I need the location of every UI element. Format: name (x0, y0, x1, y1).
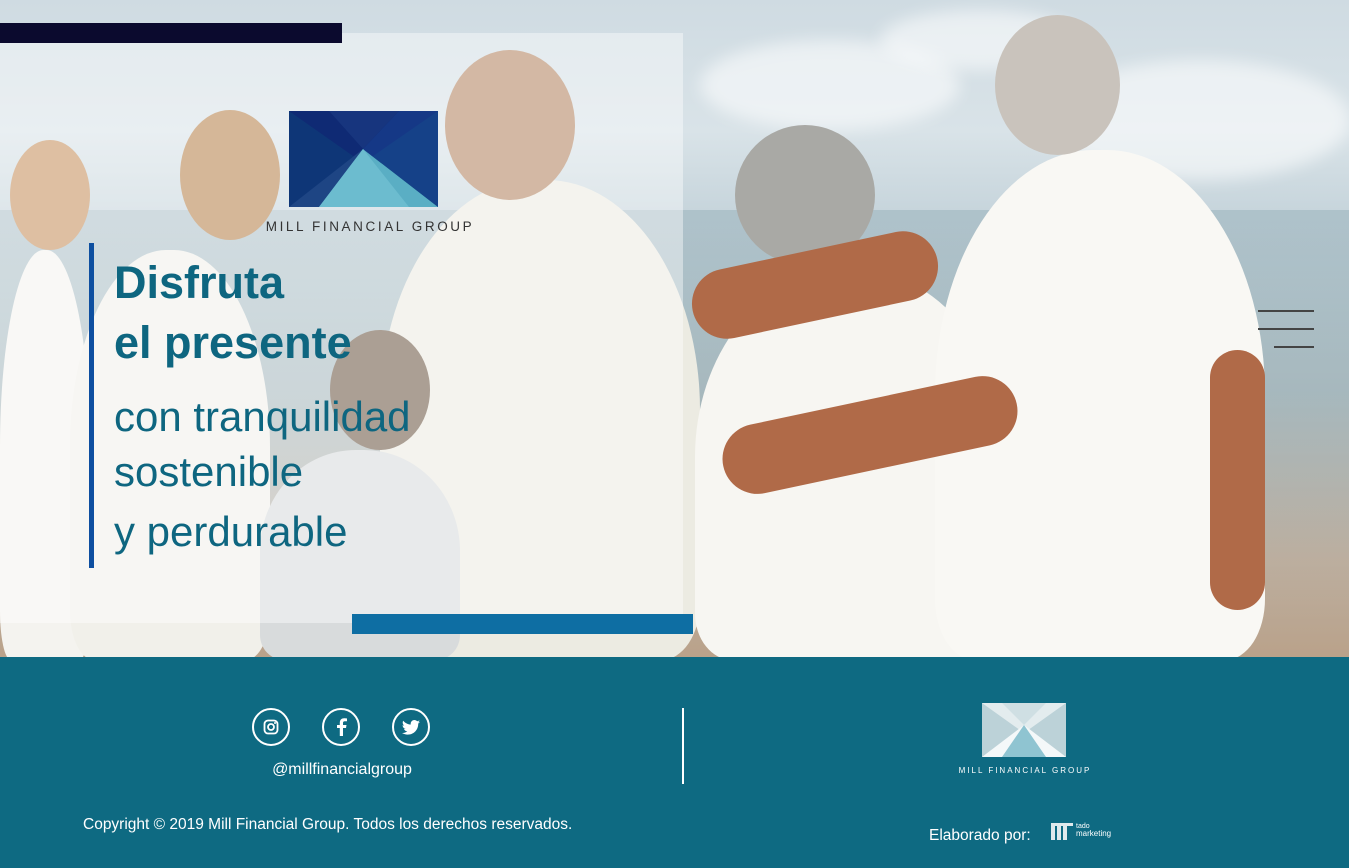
arm (1210, 350, 1265, 610)
subheadline-line-3: y perdurable (114, 508, 348, 555)
mill-financial-group-logo[interactable] (289, 111, 438, 207)
instagram-icon[interactable] (252, 708, 290, 746)
headline-accent-line (89, 243, 94, 568)
subheadline-line-2: sostenible (114, 448, 304, 495)
top-decor-bar (0, 23, 342, 43)
footer-logo[interactable] (982, 703, 1066, 757)
logo-wordmark: MILL FINANCIAL GROUP (265, 219, 475, 234)
social-handle-link[interactable]: @millfinancialgroup (250, 761, 434, 779)
menu-line (1258, 310, 1314, 312)
made-by-label: Elaborado por: (929, 827, 1031, 844)
copyright-text: Copyright © 2019 Mill Financial Group. T… (83, 816, 573, 833)
agency-logo[interactable]: tado marketing (1050, 820, 1122, 842)
bottom-decor-bar (352, 614, 693, 634)
footer-divider (682, 708, 684, 784)
footer: @millfinancialgroup Copyright © 2019 Mil… (0, 657, 1349, 868)
hamburger-menu-icon[interactable] (1258, 310, 1314, 350)
grandfather-head (995, 15, 1120, 155)
headline-line-2: el presente (114, 317, 352, 368)
twitter-icon[interactable] (392, 708, 430, 746)
footer-logo-wordmark: MILL FINANCIAL GROUP (958, 766, 1092, 775)
headline-line-1: Disfruta (114, 257, 285, 308)
menu-line (1274, 346, 1314, 348)
facebook-icon[interactable] (322, 708, 360, 746)
agency-text-bottom: marketing (1076, 829, 1111, 838)
subheadline-line-1: con tranquilidad (114, 393, 411, 440)
menu-line (1258, 328, 1314, 330)
